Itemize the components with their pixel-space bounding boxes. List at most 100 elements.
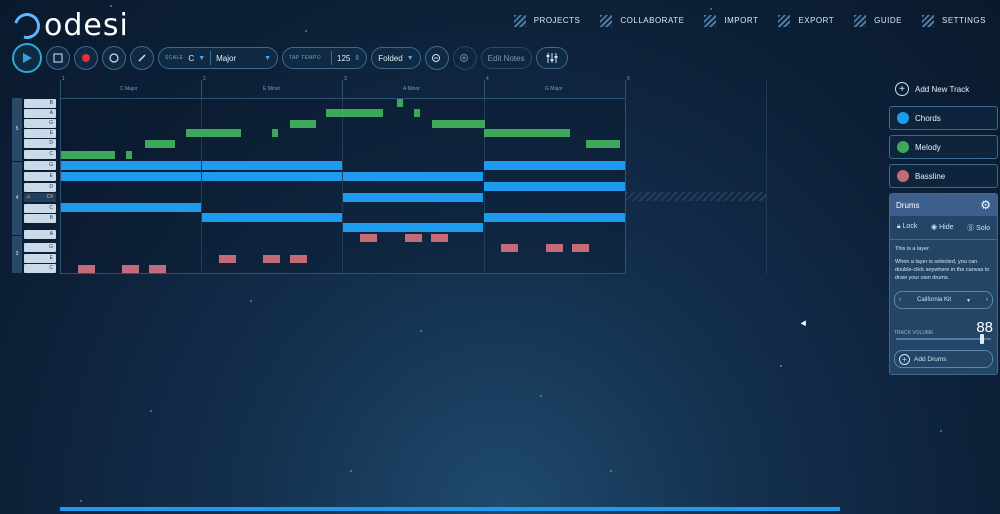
bass-note[interactable] [78,265,95,273]
pencil-button[interactable] [130,46,154,70]
piano-key[interactable]: A [24,109,56,118]
scale-key[interactable]: C [188,54,194,63]
track-bassline[interactable]: Bassline [889,164,998,188]
piano-key[interactable]: C [24,204,56,213]
piano-key[interactable]: G [24,161,56,170]
piano-key[interactable]: B [24,99,56,108]
eye-icon: ◉ [931,224,938,231]
tempo-value[interactable]: 125 [337,54,350,63]
bar-number: 3 [344,76,347,82]
zoom-out-button[interactable] [424,46,449,70]
tempo-stepper-icon[interactable]: ⇕ [354,54,360,62]
chord-note[interactable] [343,223,483,232]
app-logo[interactable]: odesi [9,7,129,44]
drums-header[interactable]: Drums ⚙ [890,194,997,216]
melody-note[interactable] [432,120,485,128]
playback-progress-bar[interactable] [60,507,840,511]
piano-key-warning[interactable]: ⚠ C# [24,193,56,202]
kit-selector[interactable]: ‹ California Kit ▾ › [894,291,993,309]
bass-note[interactable] [572,244,589,252]
bass-note[interactable] [546,244,563,252]
app-name: odesi [44,8,129,43]
bass-note[interactable] [149,265,166,273]
piano-key[interactable]: B [24,214,56,223]
melody-note[interactable] [484,129,570,137]
zoom-in-button[interactable] [452,46,477,70]
piano-key[interactable]: D [24,139,56,148]
melody-note[interactable] [61,151,115,159]
track-melody[interactable]: Melody [889,135,998,159]
chord-note[interactable] [202,172,342,181]
chord-note[interactable] [61,203,201,212]
play-icon [23,53,32,63]
mixer-button[interactable] [535,47,568,69]
track-chords[interactable]: Chords [889,106,998,130]
melody-note[interactable] [414,109,420,117]
melody-note[interactable] [126,151,132,159]
view-mode-selector[interactable]: Folded ▼ [371,47,421,69]
lock-button[interactable]: 🔒︎ Lock [897,223,917,233]
bass-note[interactable] [290,255,307,263]
chevron-down-icon[interactable]: ▾ [967,297,970,304]
edit-notes-button[interactable]: Edit Notes [480,47,532,69]
melody-note[interactable] [186,129,241,137]
nav-guide[interactable]: GUIDE [848,12,916,30]
volume-slider[interactable] [896,334,991,344]
record-button[interactable] [74,46,98,70]
piano-key[interactable]: A [24,230,56,239]
scale-mode[interactable]: Major [216,54,260,63]
piano-key[interactable]: D [24,183,56,192]
melody-note[interactable] [145,140,175,148]
chevron-down-icon: ▼ [264,54,272,62]
chord-note[interactable] [61,172,201,181]
add-track-button[interactable]: + Add New Track [889,78,998,100]
pencil-icon [138,54,146,62]
play-button[interactable] [12,43,42,73]
nav-export[interactable]: EXPORT [772,12,848,30]
nav-collaborate[interactable]: COLLABORATE [594,12,698,30]
piano-key[interactable]: E [24,172,56,181]
nav-import[interactable]: IMPORT [698,12,772,30]
chevron-left-icon[interactable]: ‹ [899,297,901,303]
bass-note[interactable] [501,244,518,252]
piano-key[interactable]: C [24,264,56,273]
piano-key[interactable]: E [24,254,56,263]
stop-icon [53,53,63,63]
melody-note[interactable] [272,129,278,137]
melody-note[interactable] [586,140,620,148]
chord-note[interactable] [484,161,625,170]
chord-note[interactable] [484,182,625,191]
piano-key[interactable]: E [24,129,56,138]
melody-note[interactable] [326,109,383,117]
chord-note[interactable] [202,213,342,222]
piano-key[interactable]: G [24,119,56,128]
view-mode-value: Folded [378,53,403,63]
bass-note[interactable] [263,255,280,263]
chord-note[interactable] [202,161,342,170]
melody-note[interactable] [290,120,316,128]
scale-selector[interactable]: SCALE C ▼ Major ▼ [158,47,279,69]
piano-key[interactable]: G [24,243,56,252]
nav-settings[interactable]: SETTINGS [916,12,1000,30]
stop-button[interactable] [46,46,70,70]
chord-note[interactable] [484,213,625,222]
gear-icon[interactable]: ⚙ [980,198,991,212]
bass-note[interactable] [360,234,377,242]
chord-note[interactable] [61,161,201,170]
add-drums-button[interactable]: + Add Drums [894,350,993,368]
hide-button[interactable]: ◉ Hide [931,223,953,233]
bass-note[interactable] [219,255,236,263]
bass-note[interactable] [431,234,448,242]
chord-note[interactable] [343,193,483,202]
solo-button[interactable]: Ⓢ Solo [967,223,990,233]
melody-note[interactable] [397,99,403,107]
chord-note[interactable] [343,172,483,181]
bass-note[interactable] [405,234,422,242]
bass-note[interactable] [122,265,139,273]
loop-button[interactable] [102,46,126,70]
volume-slider-handle[interactable] [979,334,984,344]
piano-key[interactable]: C [24,150,56,159]
tap-tempo-button[interactable]: TAP TEMPO [289,55,321,61]
chevron-right-icon[interactable]: › [986,297,988,303]
nav-projects[interactable]: PROJECTS [508,12,595,30]
